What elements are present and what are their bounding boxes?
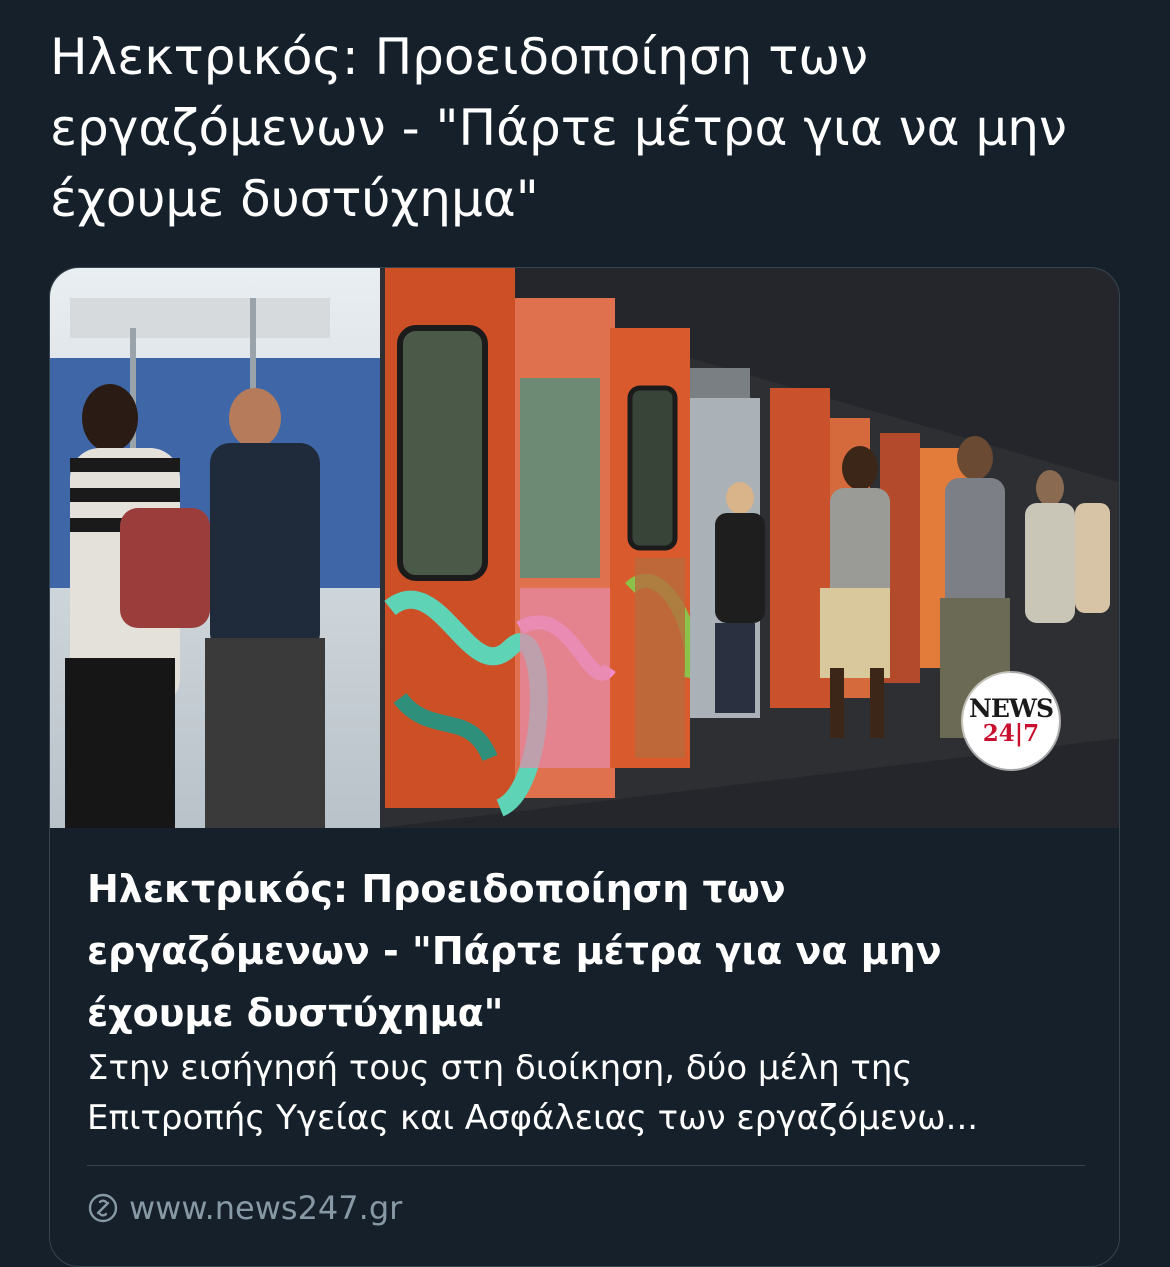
link-globe-icon [87,1192,119,1224]
tweet-text: Ηλεκτρικός: Προειδοποίηση των εργαζόμενω… [50,28,1067,228]
card-description[interactable]: Στην εισήγησή τους στη διοίκηση, δύο μέλ… [87,1043,1087,1143]
card-title[interactable]: Ηλεκτρικός: Προειδοποίηση των εργαζόμενω… [87,858,1077,1044]
metro-station-photo [50,268,1119,828]
card-description-text: Στην εισήγησή τους στη διοίκηση, δύο μέλ… [87,1048,979,1138]
news247-logo: NEWS 24|7 [963,673,1059,769]
logo-text-247: 24|7 [982,720,1040,747]
logo-text-news: NEWS [968,694,1054,723]
card-domain-row[interactable]: www.news247.gr [87,1186,402,1230]
card-image[interactable]: NEWS 24|7 [50,268,1119,828]
link-preview-card[interactable]: NEWS 24|7 Ηλεκτρικός: Προειδοποίηση των … [49,267,1120,1267]
card-divider [87,1165,1085,1166]
card-domain-text: www.news247.gr [129,1189,403,1227]
